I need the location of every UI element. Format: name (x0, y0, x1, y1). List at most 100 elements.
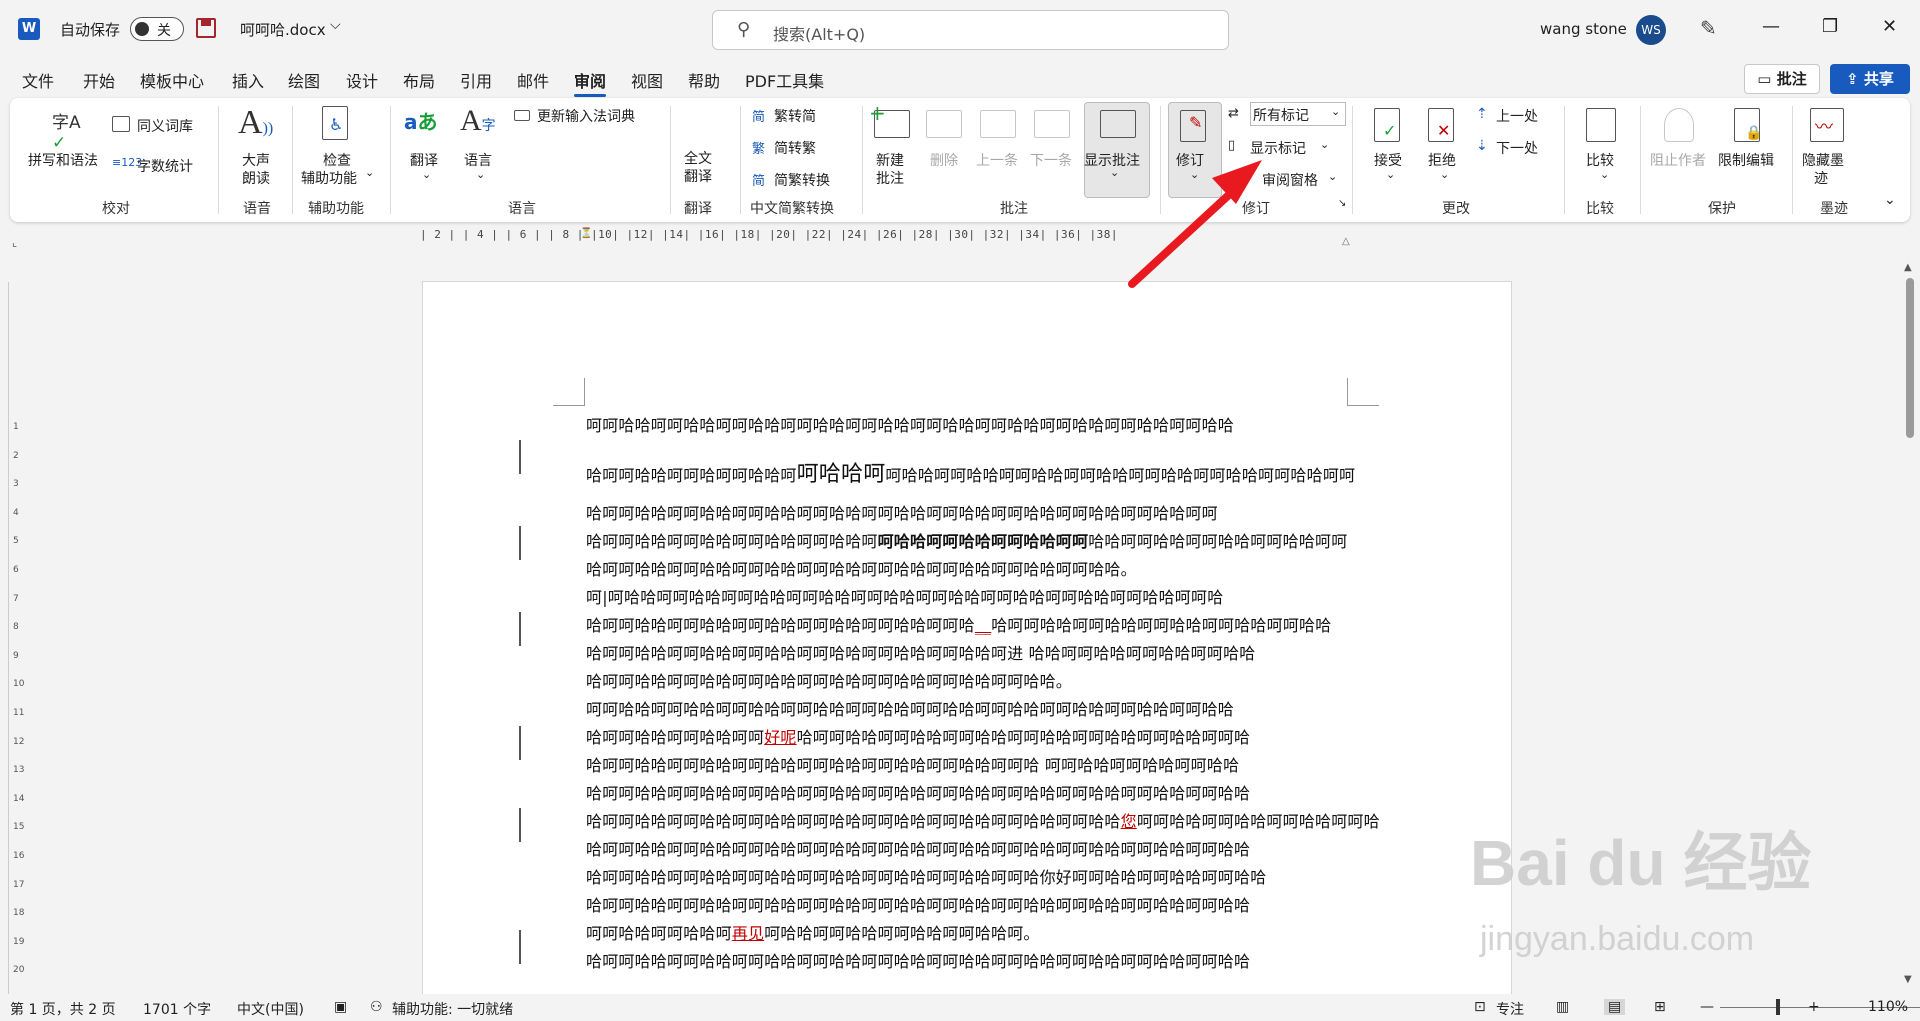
accept-button[interactable]: 接受 (1374, 150, 1402, 170)
tab-mailings[interactable]: 邮件 (517, 68, 549, 92)
document-line[interactable]: 哈呵呵哈哈呵呵哈哈呵呵哈哈呵呵哈哈呵呵哈哈呵呵哈哈呵呵哈哈呵呵哈哈呵呵哈哈呵呵哈… (586, 780, 1250, 804)
language-indicator[interactable]: 中文(中国) (237, 999, 304, 1019)
language-button[interactable]: 语言 (464, 150, 492, 170)
tab-pdf-tools[interactable]: PDF工具集 (745, 68, 824, 92)
simplified-to-traditional-button[interactable]: 简转繁 (774, 138, 816, 158)
spelling-grammar-button[interactable]: 拼写和语法 (28, 150, 98, 170)
translate-button[interactable]: 翻译 (410, 150, 438, 170)
scroll-down-icon[interactable]: ▼ (1904, 974, 1912, 985)
chevron-down-icon[interactable]: ⌄ (476, 168, 485, 181)
hide-ink-button-line2[interactable]: 迹 (1814, 168, 1828, 188)
tab-view[interactable]: 视图 (631, 68, 663, 92)
tab-insert[interactable]: 插入 (232, 68, 264, 92)
tab-draw[interactable]: 绘图 (288, 68, 320, 92)
document-line[interactable]: 呵呵哈哈呵呵哈哈呵呵哈哈呵呵哈哈呵呵哈哈呵呵哈哈呵呵哈哈呵呵哈哈呵呵哈哈呵呵哈哈 (586, 412, 1234, 436)
zoom-in-icon[interactable]: + (1808, 999, 1820, 1015)
macro-record-icon[interactable]: ▣ (334, 999, 347, 1015)
chevron-down-icon[interactable]: ⌄ (1386, 168, 1395, 181)
minimize-button[interactable]: — (1762, 16, 1780, 37)
document-line[interactable]: 呵|呵哈哈呵呵哈哈呵呵哈哈呵呵哈哈呵呵哈哈呵呵哈哈呵呵哈哈呵呵哈哈呵呵哈哈呵呵哈 (586, 584, 1223, 608)
document-line[interactable]: 哈呵呵哈哈呵呵哈哈呵呵哈哈呵呵哈哈呵呵哈哈呵呵哈哈呵呵哈哈呵呵哈哈呵呵哈哈呵呵哈… (586, 836, 1250, 860)
tab-home[interactable]: 开始 (83, 68, 115, 92)
document-line[interactable]: 哈呵呵哈哈呵呵哈哈呵呵哈哈呵呵哈哈呵呵哈哈呵呵哈哈呵呵哈哈呵呵哈哈呵呵哈哈呵呵 (586, 500, 1218, 524)
tab-review[interactable]: 审阅 (574, 68, 607, 97)
next-change-button[interactable]: 下一处 (1496, 138, 1538, 158)
chevron-down-icon[interactable]: ⌄ (365, 166, 374, 179)
document-line[interactable]: 哈呵呵哈哈呵呵哈哈呵呵哈哈呵呵哈哈呵呵哈哈呵呵哈哈呵呵哈哈呵呵哈哈呵呵哈哈呵呵哈… (586, 948, 1250, 972)
accessibility-status[interactable]: 辅助功能: 一切就绪 (392, 999, 513, 1019)
chevron-down-icon[interactable]: ⌄ (1600, 168, 1609, 181)
traditional-to-simplified-button[interactable]: 繁转简 (774, 106, 816, 126)
zoom-slider-thumb[interactable] (1776, 999, 1780, 1015)
document-line[interactable]: 哈呵呵哈哈呵呵哈哈呵呵哈哈呵呵哈哈呵呵哈哈呵呵哈哈呵呵哈你好呵呵哈哈呵呵哈哈呵呵… (586, 864, 1266, 888)
read-mode-icon[interactable]: ▥ (1556, 999, 1569, 1015)
document-line[interactable]: 哈呵呵哈哈呵呵哈哈呵呵哈哈呵呵哈哈呵呵哈哈呵呵哈哈呵呵哈哈呵呵哈哈呵呵哈哈呵呵哈… (586, 528, 1347, 552)
tab-layout[interactable]: 布局 (403, 68, 435, 92)
markup-select[interactable]: 所有标记 ⌄ (1250, 102, 1346, 126)
word-count-button[interactable]: 字数统计 (137, 156, 193, 176)
chevron-down-icon[interactable]: ⌵ (330, 17, 341, 33)
delete-comment-button[interactable]: 删除 (930, 150, 958, 170)
close-button[interactable]: ✕ (1882, 16, 1897, 37)
vertical-scrollbar[interactable]: ▲ ▼ (1900, 262, 1918, 992)
show-markup-button[interactable]: 显示标记 (1250, 138, 1306, 158)
next-comment-button[interactable]: 下一条 (1030, 150, 1072, 170)
document-title[interactable]: 呵呵哈.docx (240, 19, 326, 40)
previous-comment-button[interactable]: 上一条 (976, 150, 1018, 170)
tab-selector-icon[interactable]: ⌞ (12, 236, 17, 249)
tab-references[interactable]: 引用 (460, 68, 492, 92)
scroll-up-icon[interactable]: ▲ (1904, 262, 1912, 273)
new-comment-button[interactable]: 新建 (876, 150, 904, 170)
document-line[interactable]: 哈呵呵哈哈呵呵哈哈呵呵哈哈呵呵哈哈呵呵哈哈呵呵哈哈呵呵哈哈呵呵哈哈呵呵哈哈呵呵哈… (586, 892, 1250, 916)
user-name[interactable]: wang stone (1540, 20, 1627, 38)
tab-file[interactable]: 文件 (22, 68, 54, 92)
read-aloud-button[interactable]: 大声 (242, 150, 270, 170)
document-line[interactable]: 哈呵呵哈哈呵呵哈呵呵哈哈呵呵哈哈呵呵哈哈呵呵哈哈呵呵哈哈呵呵哈哈呵呵哈哈呵呵哈哈… (586, 456, 1355, 488)
chinese-conversion-button[interactable]: 简繁转换 (774, 170, 830, 190)
translate-document-button[interactable]: 全文 (684, 148, 712, 168)
chevron-down-icon[interactable]: ⌄ (1320, 138, 1329, 151)
block-authors-button[interactable]: 阻止作者 (1650, 150, 1706, 170)
zoom-level[interactable]: 110% (1868, 999, 1908, 1015)
horizontal-ruler[interactable]: | 2 | | 4 | | 6 | | 8 | |10| |12| |14| |… (420, 228, 1520, 250)
restrict-editing-button[interactable]: 限制编辑 (1718, 150, 1774, 170)
right-indent-marker-icon[interactable]: △ (1342, 236, 1350, 247)
print-layout-icon[interactable]: ▤ (1604, 999, 1626, 1015)
document-line[interactable]: 哈呵呵哈哈呵呵哈哈呵呵哈哈呵呵哈哈呵呵哈哈呵呵哈哈呵进 哈哈呵呵哈哈呵呵哈哈呵呵… (586, 640, 1256, 664)
dialog-launcher-icon[interactable]: ↘ (1338, 198, 1346, 209)
translate-document-button-line2[interactable]: 翻译 (684, 166, 712, 186)
update-ime-dictionary-button[interactable]: 更新输入法词典 (537, 106, 635, 126)
thesaurus-button[interactable]: 同义词库 (137, 116, 193, 136)
comments-button[interactable]: ▭ 批注 (1744, 64, 1820, 94)
autosave-toggle[interactable]: 关 (130, 17, 184, 41)
chevron-down-icon[interactable]: ⌄ (1440, 168, 1449, 181)
new-comment-button-line2[interactable]: 批注 (876, 168, 904, 188)
tab-design[interactable]: 设计 (346, 68, 378, 92)
hide-ink-button[interactable]: 隐藏墨 (1802, 150, 1844, 170)
reject-button[interactable]: 拒绝 (1428, 150, 1456, 170)
tab-template-center[interactable]: 模板中心 (140, 68, 204, 92)
chevron-down-icon[interactable]: ⌄ (422, 168, 431, 181)
zoom-out-icon[interactable]: — (1700, 999, 1714, 1015)
indent-marker-icon[interactable]: ⏳ (580, 228, 592, 239)
check-accessibility-button[interactable]: 检查 (323, 150, 351, 170)
designer-pen-icon[interactable]: ✎ (1700, 16, 1717, 40)
web-layout-icon[interactable]: ⊞ (1654, 999, 1666, 1015)
document-line[interactable]: 呵呵哈哈呵呵哈哈呵再见呵哈哈呵呵哈哈呵呵哈哈呵呵哈哈呵。 (586, 920, 1040, 944)
page-count[interactable]: 第 1 页，共 2 页 (10, 999, 116, 1019)
chevron-down-icon[interactable]: ⌄ (1328, 170, 1337, 183)
vertical-ruler[interactable]: 1 2 3 4 5 6 7 8 9 10 11 12 13 14 15 16 17 18 19 20 (8, 282, 26, 994)
scroll-thumb[interactable] (1906, 278, 1914, 438)
previous-change-button[interactable]: 上一处 (1496, 106, 1538, 126)
save-icon[interactable] (196, 18, 216, 38)
read-aloud-button-line2[interactable]: 朗读 (242, 168, 270, 188)
share-button[interactable]: ⇪ 共享 (1830, 64, 1910, 94)
collapse-ribbon-icon[interactable]: ⌄ (1884, 192, 1896, 208)
search-input[interactable]: ⚲ 搜索(Alt+Q) (712, 10, 1229, 50)
document-line[interactable]: 哈呵呵哈哈呵呵哈哈呵呵哈哈呵呵哈哈呵呵哈哈呵呵哈哈呵呵哈哈呵呵哈哈您呵呵哈哈呵呵… (586, 808, 1380, 832)
focus-mode-button[interactable]: 专注 (1496, 999, 1524, 1019)
chevron-down-icon[interactable]: ⌄ (1190, 168, 1199, 181)
document-line[interactable]: 哈呵呵哈哈呵呵哈哈呵呵哈哈呵呵哈哈呵呵哈哈呵呵哈哈呵呵哈 呵呵哈哈呵呵哈哈呵呵哈… (586, 752, 1239, 776)
track-changes-button[interactable]: 修订 (1176, 150, 1204, 170)
document-line[interactable]: 呵呵哈哈呵呵哈哈呵呵哈哈呵呵哈哈呵呵哈哈呵呵哈哈呵呵哈哈呵呵哈哈呵呵哈哈呵呵哈哈 (586, 696, 1234, 720)
